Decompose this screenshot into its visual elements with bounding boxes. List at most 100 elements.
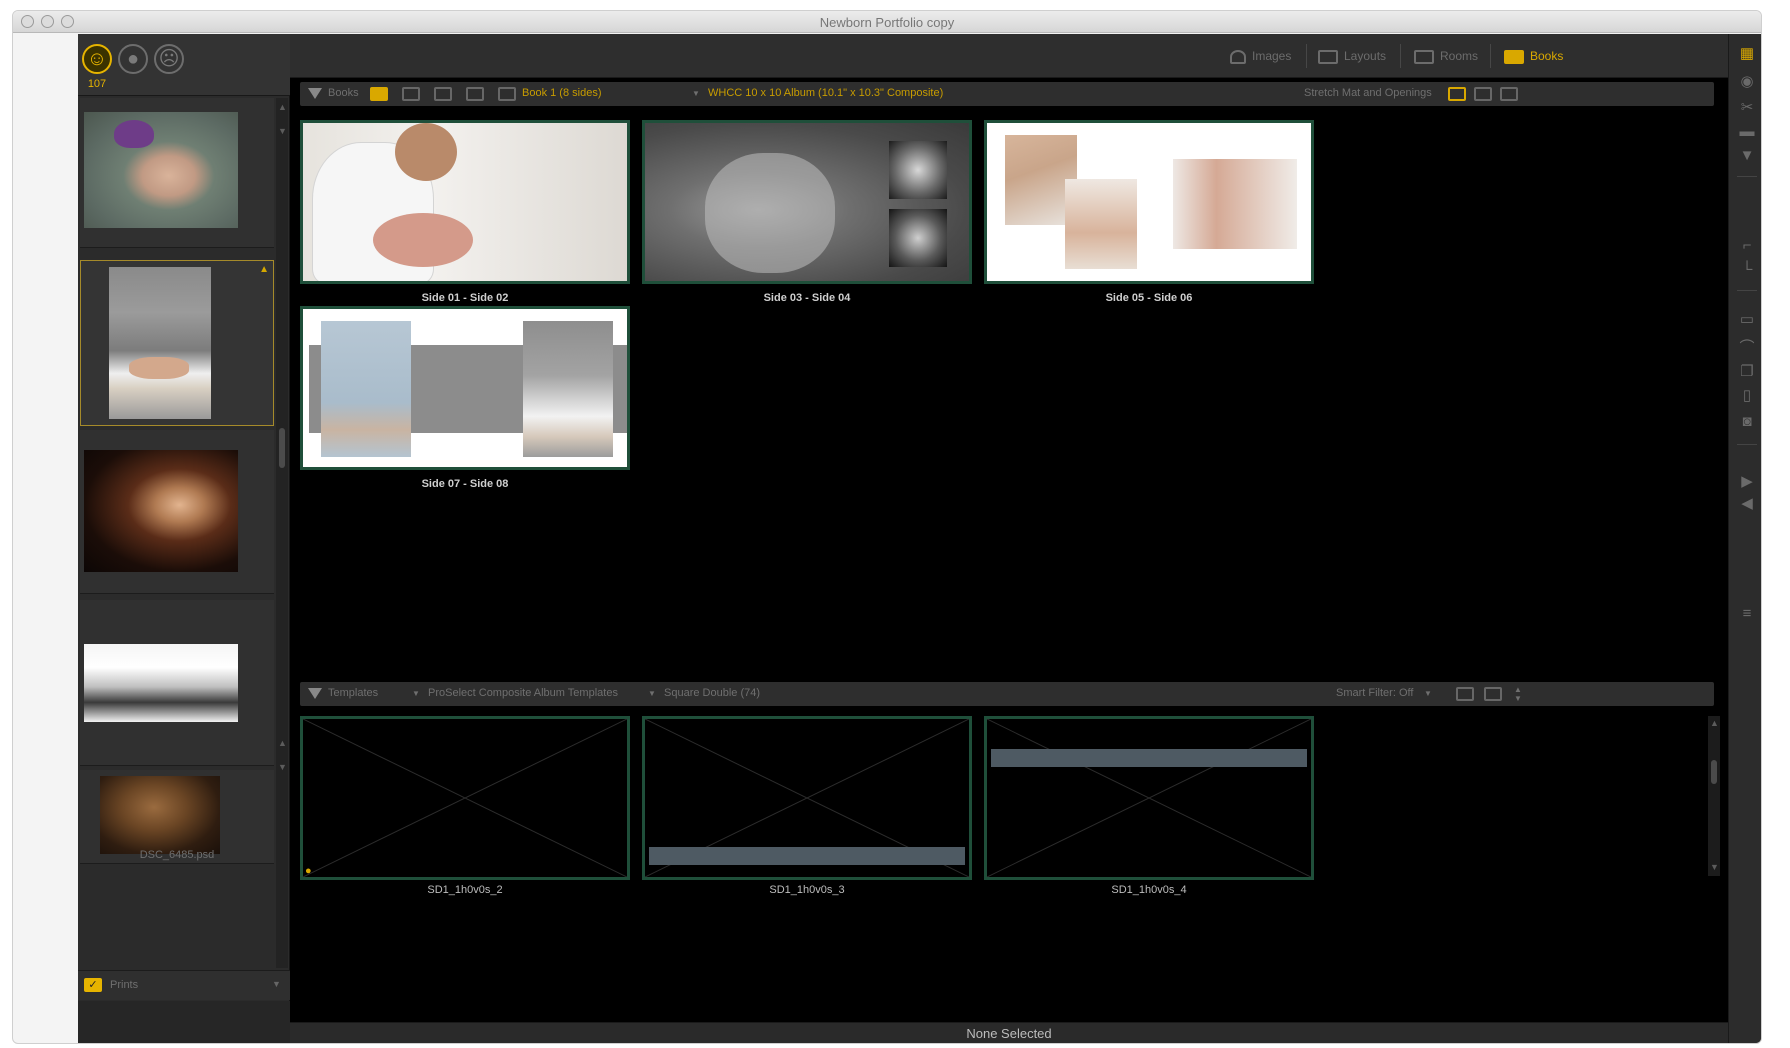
open-book-icon[interactable] [434,87,452,101]
spread-thumbnail[interactable] [300,120,630,284]
prints-bar: ✓ Prints ▼ [78,970,290,1000]
books-title: Books [328,87,359,99]
play-icon[interactable]: ▶ [1737,474,1757,490]
filmstrip-item[interactable] [80,430,274,594]
scroll-down-arrow-icon[interactable]: ▼ [278,762,287,772]
duplicate-icon[interactable]: ❐ [1737,364,1757,380]
grid-view-icon[interactable] [1500,87,1518,101]
disclosure-triangle-icon[interactable] [308,88,322,99]
spread-view-icon[interactable] [1474,87,1492,101]
books-panel: Books Book 1 (8 sides) ▼ WHCC 10 x 10 Al… [290,78,1728,678]
template-options-icon[interactable] [1484,687,1502,701]
filmstrip-scrollbar[interactable]: ▲ ▼ ▲ ▼ [276,98,288,968]
scroll-down-arrow-icon[interactable]: ▼ [278,126,287,136]
thumbnail-image [84,450,238,572]
rooms-icon [1414,49,1434,64]
neutral-face-icon[interactable]: ● [118,44,148,74]
chevron-down-icon[interactable]: ▼ [272,979,281,989]
scroll-down-arrow-icon[interactable]: ▼ [1710,862,1719,872]
scroll-thumb[interactable] [279,428,285,468]
smart-filter-dropdown[interactable]: Smart Filter: Off [1336,687,1413,699]
tab-separator [1490,44,1491,68]
scroll-up-arrow-icon[interactable]: ▲ [1710,718,1719,728]
align-icon[interactable]: └ [1737,262,1757,278]
eye-icon[interactable]: ◉ [1737,74,1757,90]
book-menu-icon[interactable] [498,87,516,101]
filmstrip-item[interactable] [80,98,274,248]
tab-images[interactable]: Images [1230,46,1291,66]
placeholder-cross [303,719,627,877]
scroll-up-arrow-icon[interactable]: ▲ [278,738,287,748]
sliders-icon[interactable]: ≡ [1737,606,1757,622]
ruler-icon[interactable]: ▬ [1737,124,1757,140]
open-book-icon[interactable] [402,87,420,101]
grid-icon[interactable]: ▦ [1737,46,1757,62]
template-label: SD1_1h0v0s_3 [769,884,845,896]
stepper-down-icon[interactable]: ▼ [1514,694,1522,703]
disclosure-triangle-icon[interactable] [308,688,322,699]
tab-layouts[interactable]: Layouts [1318,46,1386,66]
toolbar-separator [1737,176,1757,177]
filmstrip-item-selected[interactable]: ▲ [80,260,274,426]
chevron-down-icon[interactable]: ▼ [412,689,420,698]
filmstrip[interactable]: ▲ DSC_6485.psd [78,98,276,968]
template-category-selector[interactable]: Square Double (74) [664,687,760,699]
book-selector[interactable]: Book 1 (8 sides) [522,87,601,99]
tab-rooms-label: Rooms [1440,49,1479,63]
scissors-icon[interactable]: ✂ [1737,100,1757,116]
small-photo [889,141,947,199]
rating-count: 107 [87,78,107,90]
tab-separator [1306,44,1307,68]
page-icon[interactable]: ▯ [1737,388,1757,404]
photo-frame [1065,179,1137,269]
filmstrip-item[interactable] [80,600,274,766]
spread-thumbnail[interactable] [984,120,1314,284]
template-thumbnail[interactable]: ● [300,716,630,880]
filmstrip-item[interactable]: DSC_6485.psd [80,770,274,864]
template-options-icon[interactable] [1456,687,1474,701]
crop-icon[interactable]: ⌐ [1737,238,1757,254]
sad-face-icon[interactable]: ☹ [154,44,184,74]
baby-shape [129,357,189,379]
open-book-icon[interactable] [466,87,484,101]
album-selector[interactable]: WHCC 10 x 10 Album (10.1" x 10.3" Compos… [708,87,943,99]
scroll-up-arrow-icon[interactable]: ▲ [278,102,287,112]
thumbnail-image [84,644,238,722]
stepper-up-icon[interactable]: ▲ [1514,685,1522,694]
checkbox-book-icon[interactable] [370,87,388,101]
tab-books[interactable]: Books [1504,46,1563,66]
spread-thumbnail[interactable] [642,120,972,284]
photo-frame [321,321,411,457]
chevron-down-icon[interactable]: ▼ [648,689,656,698]
prints-checkbox[interactable]: ✓ [84,978,102,992]
scroll-thumb[interactable] [1711,760,1717,784]
left-panel-footer [78,1001,290,1043]
tab-rooms[interactable]: Rooms [1414,46,1478,66]
templates-scrollbar[interactable]: ▲ ▼ [1708,716,1720,876]
spread-thumbnail[interactable] [300,306,630,470]
happy-face-icon[interactable]: ☺ [82,44,112,74]
single-page-view-icon[interactable] [1448,87,1466,101]
toolbar-separator [1737,444,1757,445]
template-collection-selector[interactable]: ProSelect Composite Album Templates [428,687,618,699]
template-thumbnail[interactable] [642,716,972,880]
small-photo [889,209,947,267]
layouts-icon [1318,49,1338,64]
placeholder-cross [987,719,1311,877]
chevron-down-icon[interactable]: ▼ [1424,689,1432,698]
left-filmstrip-panel: ☺ 107 ● ☹ ▲ DSC_6485.psd ▲ ▼ ▲ ▼ ✓ Print… [78,34,290,1043]
text-box-icon[interactable]: ▭ [1737,312,1757,328]
back-icon[interactable]: ◀ [1737,496,1757,512]
toolbar-separator [1737,290,1757,291]
lock-icon: ● [305,865,312,877]
stamp-icon[interactable]: ▼ [1737,148,1757,164]
camera-icon[interactable]: ◙ [1737,414,1757,430]
tab-layouts-label: Layouts [1344,49,1387,63]
flag-icon: ▲ [259,264,269,275]
status-bar: None Selected [290,1022,1728,1043]
chevron-down-icon[interactable]: ▼ [692,89,700,98]
photo-frame [1173,159,1297,249]
curve-icon[interactable]: ⌒ [1737,340,1757,356]
template-thumbnail[interactable] [984,716,1314,880]
template-band [649,847,965,865]
